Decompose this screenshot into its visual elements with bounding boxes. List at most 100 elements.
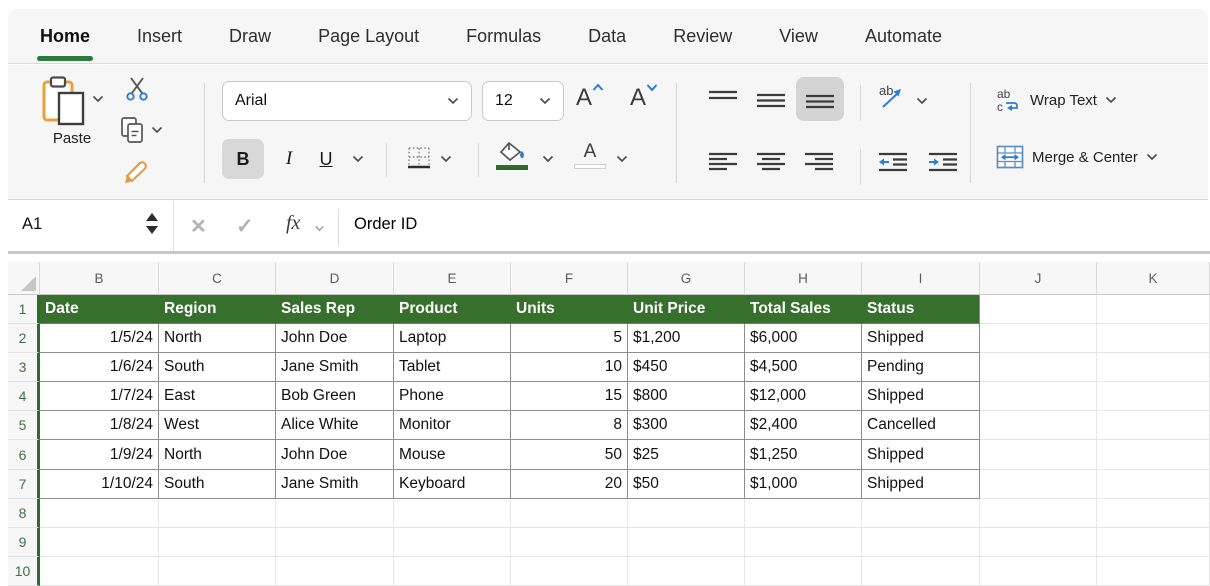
row-header[interactable]: 5 — [8, 411, 40, 440]
row-header[interactable]: 2 — [8, 324, 40, 353]
merge-center-button[interactable]: Merge & Center — [996, 145, 1158, 169]
cell[interactable] — [628, 557, 745, 586]
cell[interactable] — [40, 557, 159, 586]
cell[interactable]: Keyboard — [394, 470, 511, 499]
cell[interactable]: Cancelled — [862, 411, 980, 440]
tab-automate[interactable]: Automate — [865, 26, 942, 47]
cell[interactable] — [394, 528, 511, 557]
cell[interactable]: Region — [159, 295, 276, 324]
column-header-f[interactable]: F — [511, 262, 628, 295]
chevron-down-icon[interactable] — [92, 95, 104, 103]
cell[interactable] — [862, 557, 980, 586]
row-header[interactable]: 3 — [8, 353, 40, 382]
cell[interactable]: Shipped — [862, 470, 980, 499]
row-header[interactable]: 10 — [8, 557, 40, 586]
cell[interactable] — [862, 528, 980, 557]
cell[interactable] — [511, 499, 628, 528]
decrease-font-size-button[interactable]: A — [630, 85, 658, 111]
cell[interactable] — [1097, 499, 1210, 528]
orientation-button[interactable]: ab — [878, 83, 906, 111]
column-header-j[interactable]: J — [980, 262, 1097, 295]
cell[interactable]: Shipped — [862, 382, 980, 411]
cell[interactable]: North — [159, 440, 276, 469]
cell[interactable] — [628, 499, 745, 528]
cell[interactable]: 8 — [511, 411, 628, 440]
cell[interactable]: Mouse — [394, 440, 511, 469]
cell[interactable] — [745, 557, 862, 586]
cell[interactable]: Product — [394, 295, 511, 324]
align-bottom-button[interactable] — [796, 77, 844, 121]
font-color-button[interactable]: A — [574, 141, 606, 169]
cell[interactable]: $1,250 — [745, 440, 862, 469]
chevron-down-icon[interactable] — [542, 155, 554, 163]
chevron-down-icon[interactable] — [916, 97, 928, 105]
cell[interactable]: $50 — [628, 470, 745, 499]
cell[interactable]: 20 — [511, 470, 628, 499]
cell[interactable]: 15 — [511, 382, 628, 411]
cell[interactable]: Units — [511, 295, 628, 324]
row-header[interactable]: 9 — [8, 528, 40, 557]
cell[interactable]: Laptop — [394, 324, 511, 353]
cell[interactable] — [1097, 353, 1210, 382]
tab-home[interactable]: Home — [40, 26, 90, 47]
stepper-down-icon[interactable] — [146, 226, 158, 234]
tab-view[interactable]: View — [779, 26, 818, 47]
cell[interactable]: 1/10/24 — [40, 470, 159, 499]
cell[interactable] — [980, 411, 1097, 440]
cell[interactable] — [980, 382, 1097, 411]
cell[interactable] — [1097, 528, 1210, 557]
cell[interactable]: Jane Smith — [276, 470, 394, 499]
cell[interactable]: $2,400 — [745, 411, 862, 440]
font-size-select[interactable]: 12 — [482, 81, 564, 121]
cell[interactable] — [980, 324, 1097, 353]
cell[interactable]: 1/9/24 — [40, 440, 159, 469]
cell[interactable] — [1097, 295, 1210, 324]
cell[interactable] — [1097, 411, 1210, 440]
tab-data[interactable]: Data — [588, 26, 626, 47]
align-left-button[interactable] — [708, 151, 738, 173]
cell[interactable]: John Doe — [276, 440, 394, 469]
cell[interactable] — [980, 440, 1097, 469]
insert-function-button[interactable]: fx — [286, 212, 300, 235]
cell[interactable] — [159, 557, 276, 586]
decrease-indent-button[interactable] — [878, 151, 908, 173]
select-all-corner[interactable] — [8, 262, 40, 295]
cell[interactable]: 1/5/24 — [40, 324, 159, 353]
cell[interactable]: Bob Green — [276, 382, 394, 411]
cell[interactable]: $25 — [628, 440, 745, 469]
increase-indent-button[interactable] — [928, 151, 958, 173]
cell[interactable]: 5 — [511, 324, 628, 353]
row-header[interactable]: 1 — [8, 295, 40, 324]
cell[interactable] — [394, 557, 511, 586]
font-family-select[interactable]: Arial — [222, 81, 472, 121]
cell[interactable]: Unit Price — [628, 295, 745, 324]
cell[interactable]: John Doe — [276, 324, 394, 353]
wrap-text-button[interactable]: ab c Wrap Text — [996, 87, 1117, 113]
borders-button[interactable] — [406, 145, 432, 171]
column-header-e[interactable]: E — [394, 262, 511, 295]
cell[interactable] — [159, 528, 276, 557]
format-painter-button[interactable] — [122, 157, 152, 187]
chevron-down-icon[interactable] — [440, 155, 452, 163]
cell[interactable] — [1097, 557, 1210, 586]
cell[interactable]: 1/8/24 — [40, 411, 159, 440]
name-box[interactable]: A1 — [8, 201, 174, 251]
cell[interactable]: North — [159, 324, 276, 353]
cell[interactable] — [511, 557, 628, 586]
name-box-stepper[interactable] — [146, 213, 158, 234]
column-header-g[interactable]: G — [628, 262, 745, 295]
tab-page-layout[interactable]: Page Layout — [318, 26, 419, 47]
align-top-button[interactable] — [708, 89, 738, 111]
tab-formulas[interactable]: Formulas — [466, 26, 541, 47]
cell[interactable] — [276, 528, 394, 557]
cell[interactable] — [628, 528, 745, 557]
cell[interactable]: $12,000 — [745, 382, 862, 411]
cancel-button[interactable]: ✕ — [190, 214, 207, 239]
cell[interactable] — [980, 470, 1097, 499]
row-header[interactable]: 6 — [8, 440, 40, 469]
cell[interactable] — [1097, 324, 1210, 353]
cell[interactable] — [40, 499, 159, 528]
row-header[interactable]: 7 — [8, 470, 40, 499]
chevron-down-icon[interactable] — [151, 126, 163, 134]
cell[interactable] — [862, 499, 980, 528]
